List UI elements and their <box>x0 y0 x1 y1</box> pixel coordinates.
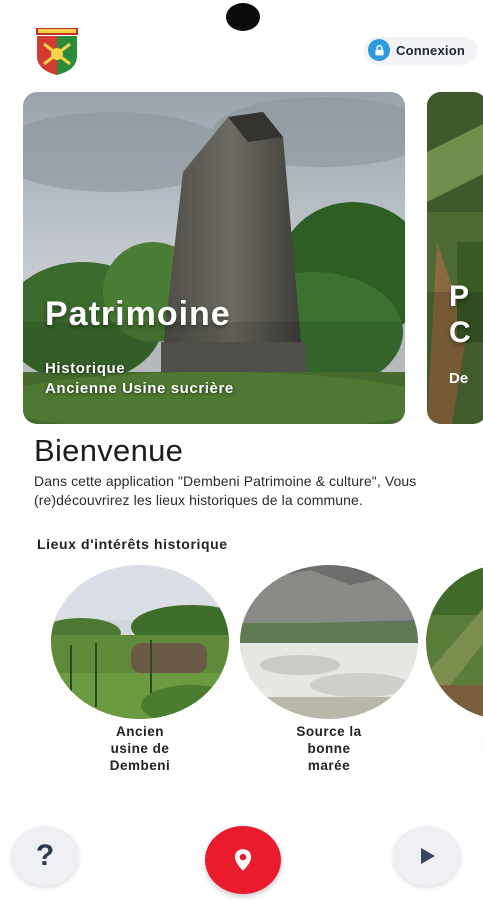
crest-icon <box>34 26 80 76</box>
poi-thumbnail <box>240 565 418 719</box>
card-title: Patrimoine <box>45 295 231 333</box>
poi-thumbnail <box>426 565 483 719</box>
map-pin-icon <box>234 849 252 871</box>
card-place-name: Ancienne Usine sucrière <box>45 380 234 397</box>
poi-label: Source la bonne marée <box>240 723 418 774</box>
poi-label-line: Ancien <box>115 724 164 739</box>
next-card-subtitle: De <box>449 370 469 387</box>
poi-item-partial[interactable]: l <box>426 565 483 753</box>
carousel-card-patrimoine[interactable]: Patrimoine Historique Ancienne Usine suc… <box>23 92 405 424</box>
poi-label: l <box>426 736 483 753</box>
help-button[interactable]: ? <box>11 826 79 886</box>
poi-label-line: marée <box>307 758 351 773</box>
play-button[interactable] <box>393 826 461 886</box>
poi-list[interactable]: Ancien usine de Dembeni Source la bonne … <box>0 565 483 775</box>
featured-carousel[interactable]: Patrimoine Historique Ancienne Usine suc… <box>0 92 483 424</box>
welcome-title: Bienvenue <box>34 433 184 468</box>
map-button[interactable] <box>205 826 281 894</box>
poi-section-title: Lieux d'intérêts historique <box>37 536 228 552</box>
login-label: Connexion <box>396 42 465 58</box>
poi-thumbnail <box>51 565 229 719</box>
next-card-title-2: C <box>449 316 471 349</box>
poi-item-ancien-usine[interactable]: Ancien usine de Dembeni <box>51 565 229 774</box>
play-icon <box>421 848 435 864</box>
next-card-title: P <box>449 280 470 313</box>
poi-label-line: Dembeni <box>109 758 171 773</box>
question-mark-icon: ? <box>35 839 55 872</box>
poi-item-source-bonne-maree[interactable]: Source la bonne marée <box>240 565 418 774</box>
carousel-card-next[interactable]: P C De <box>427 92 483 424</box>
welcome-description: Dans cette application "Dembeni Patrimoi… <box>34 473 417 508</box>
card-category: Historique <box>45 360 126 377</box>
poi-label-line: usine de <box>110 741 170 756</box>
poi-label: Ancien usine de Dembeni <box>51 723 229 774</box>
lock-icon <box>368 39 391 61</box>
camera-notch <box>226 3 260 31</box>
login-button[interactable]: Connexion <box>364 37 477 63</box>
poi-label-line: Source la <box>296 724 362 739</box>
poi-label-line: bonne <box>307 741 351 756</box>
